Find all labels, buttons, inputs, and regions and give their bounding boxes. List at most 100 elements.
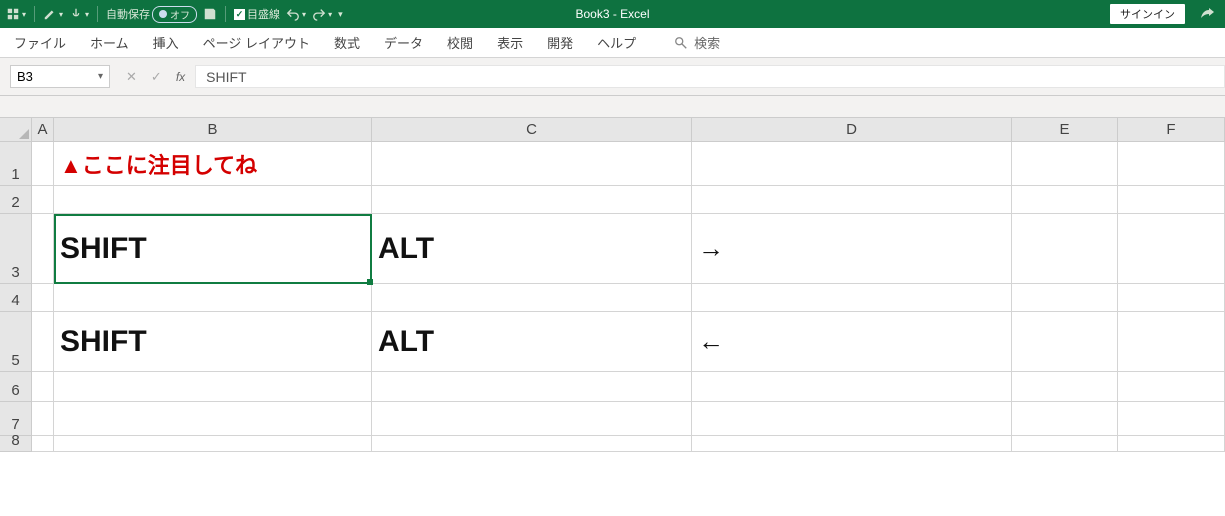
worksheet-grid[interactable]: A B C D E F 1 ▲ここに注目してね 2 3 SHIFT ALT → … (0, 118, 1225, 452)
row-header-6[interactable]: 6 (0, 372, 32, 402)
cell-c8[interactable] (372, 436, 692, 452)
cell-d6[interactable] (692, 372, 1012, 402)
save-icon[interactable] (203, 7, 217, 21)
cell-e7[interactable] (1012, 402, 1118, 436)
col-header-c[interactable]: C (372, 118, 692, 142)
cell-d3[interactable]: → (692, 214, 1012, 284)
row-header-5[interactable]: 5 (0, 312, 32, 372)
cell-d7[interactable] (692, 402, 1012, 436)
enter-icon[interactable]: ✓ (151, 69, 162, 85)
gridlines-toggle[interactable]: 目盛線 (234, 6, 280, 22)
col-header-b[interactable]: B (54, 118, 372, 142)
cell-f8[interactable] (1118, 436, 1225, 452)
cell-d5[interactable]: ← (692, 312, 1012, 372)
qat-touch-icon[interactable]: ▾ (69, 7, 89, 21)
tab-home[interactable]: ホーム (90, 33, 129, 52)
cell-a8[interactable] (32, 436, 54, 452)
cell-b1[interactable]: ▲ここに注目してね (54, 142, 372, 186)
cell-c7[interactable] (372, 402, 692, 436)
cell-a5[interactable] (32, 312, 54, 372)
undo-button[interactable]: ▾ (286, 7, 306, 21)
tab-help[interactable]: ヘルプ (597, 33, 636, 52)
tab-developer[interactable]: 開発 (547, 33, 573, 52)
formula-bar: B3 ▾ ✕ ✓ fx SHIFT (0, 58, 1225, 96)
tab-file[interactable]: ファイル (14, 33, 66, 52)
search-placeholder: 検索 (694, 33, 720, 52)
cell-f2[interactable] (1118, 186, 1225, 214)
qat-draw-icon[interactable]: ▾ (43, 7, 63, 21)
cell-b8[interactable] (54, 436, 372, 452)
cell-c2[interactable] (372, 186, 692, 214)
row-header-7[interactable]: 7 (0, 402, 32, 436)
cell-b4[interactable] (54, 284, 372, 312)
tab-review[interactable]: 校閲 (447, 33, 473, 52)
row-header-3[interactable]: 3 (0, 214, 32, 284)
cell-e8[interactable] (1012, 436, 1118, 452)
cell-f6[interactable] (1118, 372, 1225, 402)
cell-e2[interactable] (1012, 186, 1118, 214)
ribbon-tabs: ファイル ホーム 挿入 ページ レイアウト 数式 データ 校閲 表示 開発 ヘル… (0, 28, 1225, 58)
cell-f3[interactable] (1118, 214, 1225, 284)
row-header-2[interactable]: 2 (0, 186, 32, 214)
col-header-a[interactable]: A (32, 118, 54, 142)
cell-e5[interactable] (1012, 312, 1118, 372)
cell-a7[interactable] (32, 402, 54, 436)
cell-f4[interactable] (1118, 284, 1225, 312)
cell-d1[interactable] (692, 142, 1012, 186)
cell-c5[interactable]: ALT (372, 312, 692, 372)
cell-b2[interactable] (54, 186, 372, 214)
row-header-1[interactable]: 1 (0, 142, 32, 186)
cell-d8[interactable] (692, 436, 1012, 452)
cell-c6[interactable] (372, 372, 692, 402)
row-header-8[interactable]: 8 (0, 436, 32, 452)
formula-input[interactable]: SHIFT (195, 65, 1225, 88)
cell-a3[interactable] (32, 214, 54, 284)
tab-formulas[interactable]: 数式 (334, 33, 360, 52)
share-icon[interactable] (1199, 6, 1215, 25)
col-header-e[interactable]: E (1012, 118, 1118, 142)
tab-pagelayout[interactable]: ページ レイアウト (203, 33, 310, 52)
cell-b6[interactable] (54, 372, 372, 402)
row-header-4[interactable]: 4 (0, 284, 32, 312)
cell-a6[interactable] (32, 372, 54, 402)
col-header-f[interactable]: F (1118, 118, 1225, 142)
cell-e4[interactable] (1012, 284, 1118, 312)
cell-d4[interactable] (692, 284, 1012, 312)
cell-f5[interactable] (1118, 312, 1225, 372)
qat-home-icon[interactable]: ▾ (6, 7, 26, 21)
formula-value: SHIFT (206, 69, 246, 85)
name-box-value: B3 (17, 69, 33, 84)
cell-b5[interactable]: SHIFT (54, 312, 372, 372)
cell-a4[interactable] (32, 284, 54, 312)
autosave-label: 自動保存 (106, 6, 150, 22)
cell-e3[interactable] (1012, 214, 1118, 284)
cell-c3[interactable]: ALT (372, 214, 692, 284)
autosave-toggle[interactable]: 自動保存 オフ (106, 6, 197, 23)
name-box[interactable]: B3 ▾ (10, 65, 110, 88)
tab-insert[interactable]: 挿入 (153, 33, 179, 52)
fx-icon[interactable]: fx (176, 70, 185, 84)
cell-e1[interactable] (1012, 142, 1118, 186)
col-header-d[interactable]: D (692, 118, 1012, 142)
cell-b3[interactable]: SHIFT (54, 214, 372, 284)
cell-a1[interactable] (32, 142, 54, 186)
cell-e6[interactable] (1012, 372, 1118, 402)
select-all-corner[interactable] (0, 118, 32, 142)
cell-a2[interactable] (32, 186, 54, 214)
cell-f7[interactable] (1118, 402, 1225, 436)
qat-customize-chevron-icon[interactable]: ▾ (338, 9, 343, 20)
signin-button[interactable]: サインイン (1110, 4, 1185, 24)
ribbon-collapse-area (0, 96, 1225, 118)
cell-b7[interactable] (54, 402, 372, 436)
tab-view[interactable]: 表示 (497, 33, 523, 52)
cell-f1[interactable] (1118, 142, 1225, 186)
cell-d2[interactable] (692, 186, 1012, 214)
search-box[interactable]: 検索 (674, 33, 720, 52)
tab-data[interactable]: データ (384, 33, 423, 52)
cell-c4[interactable] (372, 284, 692, 312)
checkbox-icon (234, 9, 245, 20)
cell-c1[interactable] (372, 142, 692, 186)
gridlines-label: 目盛線 (247, 6, 280, 22)
redo-button[interactable]: ▾ (312, 7, 332, 21)
cancel-icon[interactable]: ✕ (126, 69, 137, 85)
